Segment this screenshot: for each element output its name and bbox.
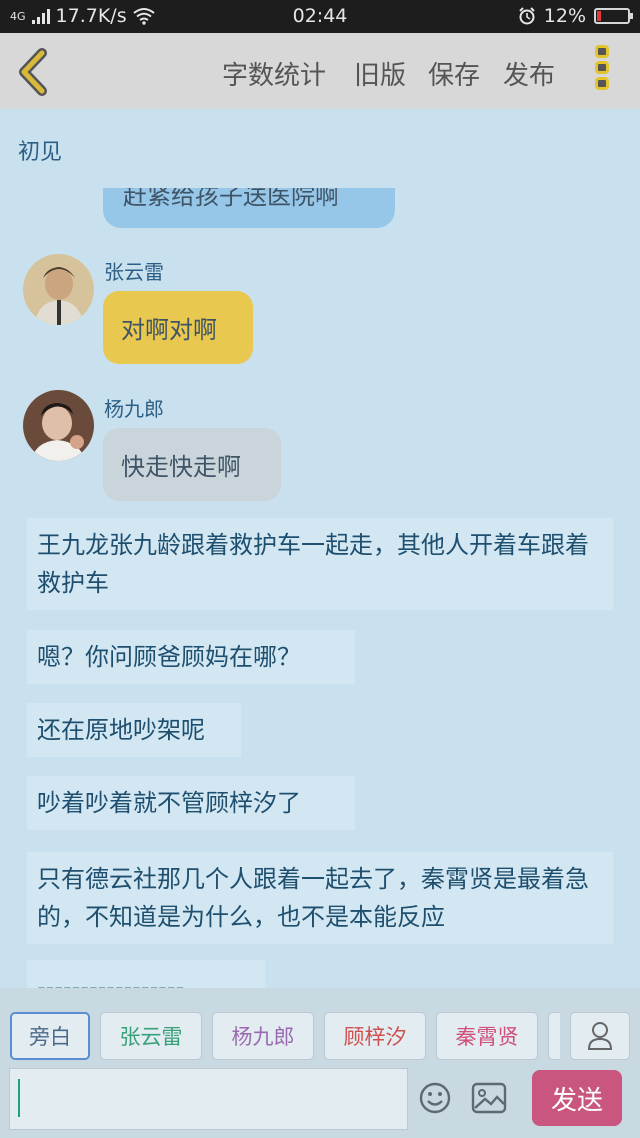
character-button-partial[interactable] xyxy=(548,1012,560,1060)
old-version-button[interactable]: 旧版 xyxy=(354,55,406,92)
character-yangjiulang-button[interactable]: 杨九郎 xyxy=(212,1012,314,1060)
character-qinxiaoxian-button[interactable]: 秦霄贤 xyxy=(436,1012,538,1060)
more-vertical-icon[interactable] xyxy=(595,45,613,97)
avatar[interactable] xyxy=(23,254,94,325)
text-caret xyxy=(18,1079,20,1117)
status-bar: 4G 17.7K/s 02:44 12% xyxy=(0,0,640,33)
message-text: 赶紧给孩子送医院啊 xyxy=(123,188,339,210)
character-zhangyunlei-button[interactable]: 张云雷 xyxy=(100,1012,202,1060)
narration-block: 还在原地吵架呢 xyxy=(27,703,241,757)
story-title: 初见 xyxy=(18,140,63,165)
save-button[interactable]: 保存 xyxy=(428,55,480,92)
narration-block: 嗯？你问顾爸顾妈在哪？ xyxy=(27,630,355,684)
publish-button[interactable]: 发布 xyxy=(503,55,555,92)
character-narrator-button[interactable]: 旁白 xyxy=(10,1012,90,1060)
narration-block: 吵着吵着就不管顾梓汐了 xyxy=(27,776,355,830)
image-icon[interactable] xyxy=(471,1082,507,1114)
back-chevron-icon[interactable] xyxy=(12,47,56,97)
message-bubble: 对啊对啊 xyxy=(103,291,253,364)
avatar[interactable] xyxy=(23,390,94,461)
alarm-icon xyxy=(519,7,535,25)
emoji-icon[interactable] xyxy=(418,1081,452,1115)
narration-block: 王九龙张九龄跟着救护车一起走，其他人开着车跟着救护车 xyxy=(27,518,613,610)
message-text: 对啊对啊 xyxy=(121,316,217,344)
sender-name: 杨九郎 xyxy=(104,397,164,421)
character-guzixi-button[interactable]: 顾梓汐 xyxy=(324,1012,426,1060)
send-button[interactable]: 发送 xyxy=(532,1070,622,1126)
narration-block: ----------------- xyxy=(27,960,265,988)
message-bubble: 快走快走啊 xyxy=(103,428,281,501)
battery-icon xyxy=(594,8,633,24)
input-bar: 发送 xyxy=(0,1066,640,1138)
message-input[interactable] xyxy=(9,1068,408,1130)
person-icon[interactable] xyxy=(570,1012,630,1060)
editor-header: 字数统计 旧版 保存 发布 xyxy=(0,33,640,109)
narration-block: 只有德云社那几个人跟着一起去了，秦霄贤是最着急的，不知道是为什么，也不是本能反应 xyxy=(27,852,613,944)
message-text: 快走快走啊 xyxy=(121,453,241,481)
sender-name: 张云雷 xyxy=(104,260,164,284)
word-count-button[interactable]: 字数统计 xyxy=(222,55,326,92)
message-bubble-partial: 赶紧给孩子送医院啊 xyxy=(103,188,395,228)
battery-percent: 12% xyxy=(543,5,586,27)
character-selector: 旁白 张云雷 杨九郎 顾梓汐 秦霄贤 xyxy=(0,988,640,1066)
